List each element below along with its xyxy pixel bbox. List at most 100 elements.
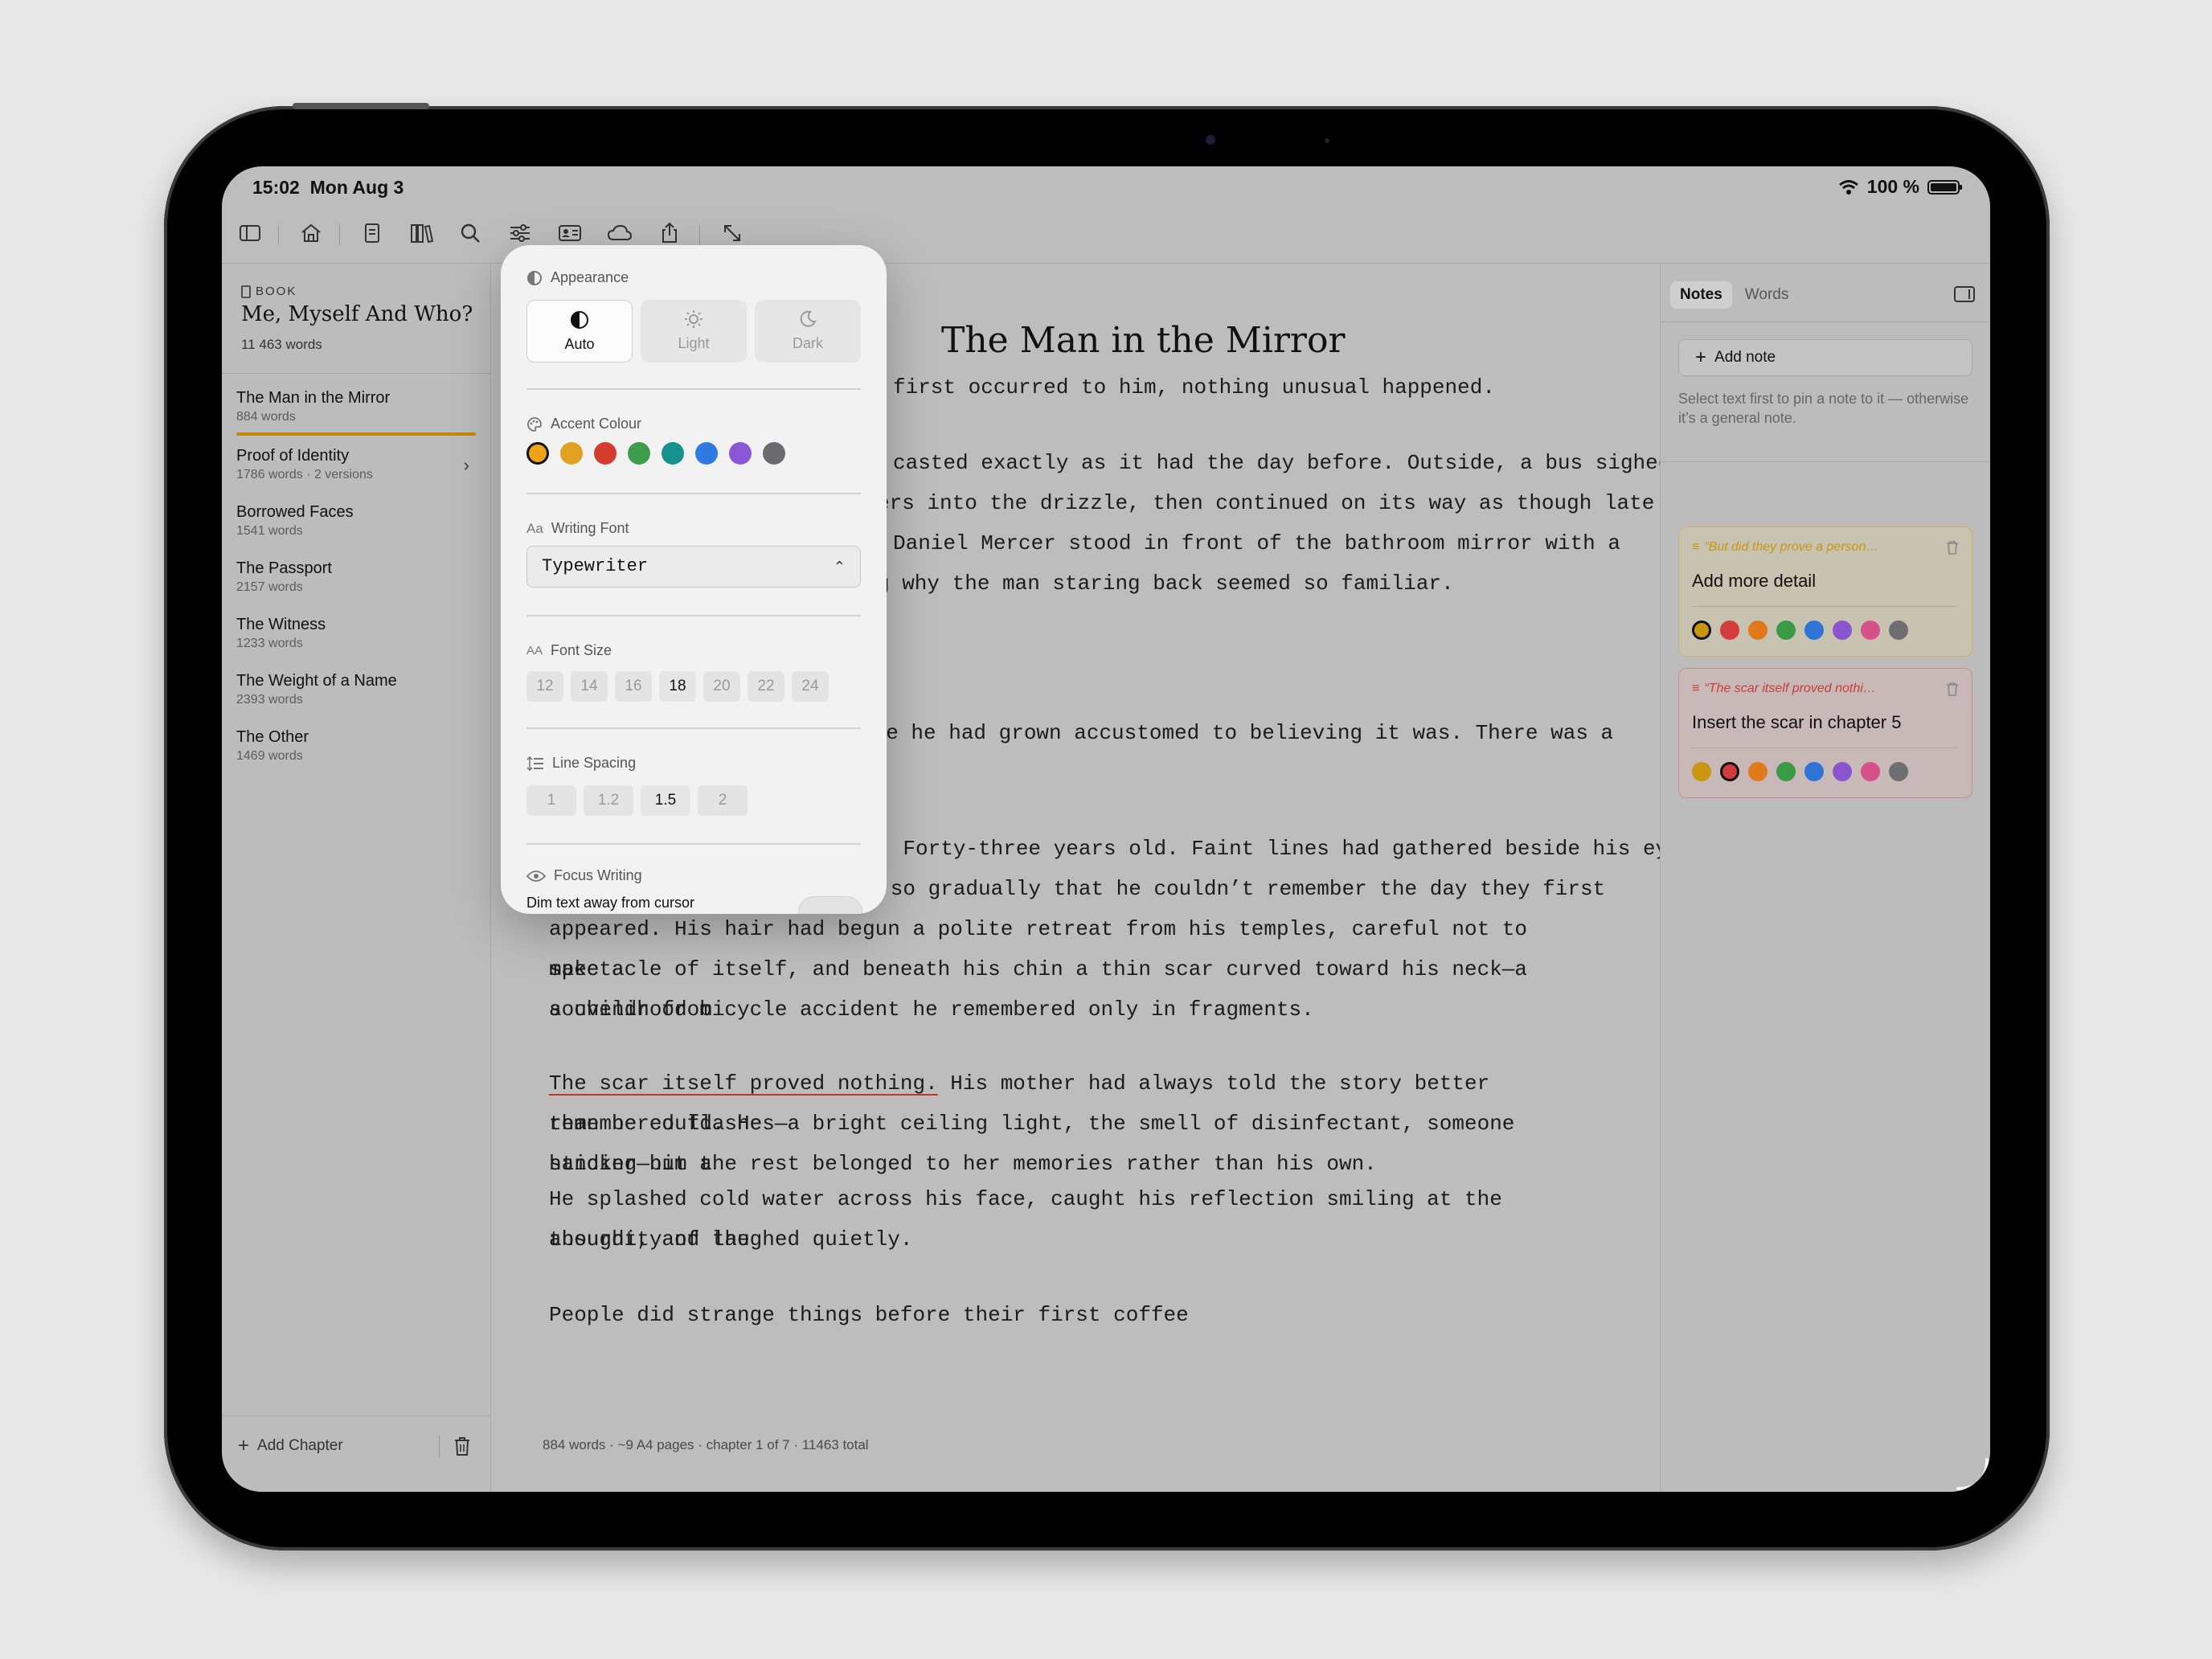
line-spacing-option[interactable]: 1 — [526, 785, 576, 816]
accent-colour-swatch[interactable] — [695, 442, 718, 465]
chapter-item[interactable]: The Passport 2157 words — [236, 559, 477, 595]
quote-icon: ≡ — [1692, 682, 1700, 695]
quote-icon: ≡ — [1692, 540, 1700, 554]
chapter-title: Proof of Identity — [236, 447, 350, 465]
share-icon[interactable] — [656, 219, 683, 247]
note-text[interactable]: Add more detail — [1692, 571, 1816, 592]
accent-colour-swatch[interactable] — [526, 442, 549, 465]
book-kicker: BOOK — [241, 285, 297, 298]
note-colour-picker — [1692, 762, 1908, 781]
font-size-option[interactable]: 16 — [615, 671, 652, 702]
accent-colour-swatch[interactable] — [662, 442, 684, 465]
chapter-item[interactable]: The Witness 1233 words — [236, 616, 477, 651]
note-colour-swatch[interactable] — [1692, 621, 1711, 640]
note-card[interactable]: ≡ “The scar itself proved nothi… Insert th… — [1678, 668, 1972, 798]
battery-icon — [1927, 179, 1962, 195]
chapter-meta: 2393 words — [236, 693, 303, 707]
font-size-option[interactable]: 18 — [659, 671, 696, 702]
chevron-right-icon[interactable]: › — [464, 455, 469, 476]
font-size-option[interactable]: 12 — [526, 671, 563, 702]
chapter-item[interactable]: The Weight of a Name 2393 words — [236, 672, 477, 707]
chapter-item[interactable]: The Other 1469 words — [236, 728, 477, 764]
appearance-popover: Appearance Auto Light Dark Accent Colour… — [501, 245, 887, 914]
font-size-options: 12 14 16 18 20 22 24 — [526, 671, 829, 702]
note-colour-swatch[interactable] — [1861, 762, 1880, 781]
note-colour-swatch[interactable] — [1748, 621, 1768, 640]
accent-colour-swatch[interactable] — [628, 442, 650, 465]
sidebar-toggle-icon[interactable] — [236, 219, 264, 247]
chapter-meta: 1541 words — [236, 524, 303, 538]
panel-toggle-icon[interactable] — [1954, 286, 1975, 302]
mode-auto-label: Auto — [564, 336, 595, 352]
note-colour-picker — [1692, 621, 1908, 640]
chapter-item[interactable]: Proof of Identity 1786 words · 2 versions… — [236, 447, 477, 482]
note-colour-swatch[interactable] — [1720, 762, 1739, 781]
accent-colour-swatch[interactable] — [560, 442, 583, 465]
add-chapter-button[interactable]: + Add Chapter — [238, 1435, 343, 1456]
line-spacing-option[interactable]: 1.2 — [584, 785, 633, 816]
font-size-option[interactable]: 20 — [703, 671, 740, 702]
note-colour-swatch[interactable] — [1804, 621, 1824, 640]
focus-writing-toggle[interactable] — [798, 896, 862, 914]
book-title[interactable]: Me, Myself And Who? — [241, 302, 473, 326]
font-size-option[interactable]: 22 — [748, 671, 784, 702]
font-size-option[interactable]: 14 — [571, 671, 608, 702]
writing-font-select[interactable]: Typewriter ⌃ — [526, 546, 861, 588]
sliders-icon[interactable] — [506, 219, 534, 247]
home-icon[interactable] — [297, 219, 325, 247]
mode-dark-button[interactable]: Dark — [755, 300, 861, 363]
note-colour-swatch[interactable] — [1804, 762, 1824, 781]
note-colour-swatch[interactable] — [1861, 621, 1880, 640]
note-colour-swatch[interactable] — [1889, 621, 1908, 640]
id-card-icon[interactable] — [556, 219, 584, 247]
expand-icon[interactable] — [719, 219, 746, 247]
tab-notes[interactable]: Notes — [1670, 281, 1732, 309]
note-colour-swatch[interactable] — [1833, 762, 1852, 781]
library-icon[interactable] — [408, 219, 436, 247]
chapter-title: The Other — [236, 728, 309, 746]
line-spacing-option[interactable]: 2 — [698, 785, 748, 816]
annotated-phrase[interactable]: The scar itself proved nothing. — [549, 1071, 938, 1096]
mode-light-button[interactable]: Light — [641, 300, 747, 363]
trash-icon[interactable] — [453, 1436, 471, 1460]
note-text[interactable]: Insert the scar in chapter 5 — [1692, 712, 1901, 733]
notes-panel: Notes Words + Add note Select text first… — [1660, 264, 1990, 1492]
chapter-title: The Man in the Mirror — [236, 389, 391, 407]
accent-colour-swatch[interactable] — [594, 442, 616, 465]
add-note-button[interactable]: + Add note — [1678, 339, 1972, 376]
chapter-item[interactable]: Borrowed Faces 1541 words — [236, 503, 477, 539]
note-colour-swatch[interactable] — [1692, 762, 1711, 781]
chapter-meta: 1469 words — [236, 749, 303, 763]
mode-auto-button[interactable]: Auto — [526, 300, 633, 363]
note-colour-swatch[interactable] — [1776, 621, 1796, 640]
screen: 15:02 Mon Aug 3 100 % BOOK Me, Myself An… — [222, 166, 1990, 1492]
document-icon[interactable] — [358, 219, 386, 247]
search-icon[interactable] — [457, 219, 484, 247]
divider — [222, 373, 490, 374]
cloud-icon[interactable] — [606, 219, 633, 247]
note-colour-swatch[interactable] — [1748, 762, 1768, 781]
trash-icon[interactable] — [1946, 540, 1959, 559]
note-card[interactable]: ≡ “But did they prove a person… Add more d… — [1678, 526, 1972, 657]
font-size-option[interactable]: 24 — [792, 671, 829, 702]
tab-words[interactable]: Words — [1735, 281, 1799, 309]
chapter-item[interactable]: The Man in the Mirror 884 words — [236, 389, 477, 424]
note-colour-swatch[interactable] — [1833, 621, 1852, 640]
note-colour-swatch[interactable] — [1720, 621, 1739, 640]
wifi-icon — [1838, 179, 1858, 195]
note-colour-swatch[interactable] — [1776, 762, 1796, 781]
chapter-title: The Weight of a Name — [236, 672, 397, 690]
plus-icon: + — [238, 1435, 250, 1456]
battery-percent: 100 % — [1866, 176, 1919, 197]
note-colour-swatch[interactable] — [1889, 762, 1908, 781]
divider — [526, 843, 861, 845]
chapter-meta: 1233 words — [236, 637, 303, 650]
accent-colour-swatch[interactable] — [763, 442, 785, 465]
line-spacing-option[interactable]: 1.5 — [641, 785, 690, 816]
trash-icon[interactable] — [1946, 682, 1959, 700]
accent-colour-swatch[interactable] — [729, 442, 752, 465]
accent-colour-label: Accent Colour — [551, 416, 642, 432]
chapter-title: The Witness — [236, 616, 326, 633]
camera — [1206, 135, 1215, 145]
writing-font-header: Aa Writing Font — [526, 520, 629, 537]
